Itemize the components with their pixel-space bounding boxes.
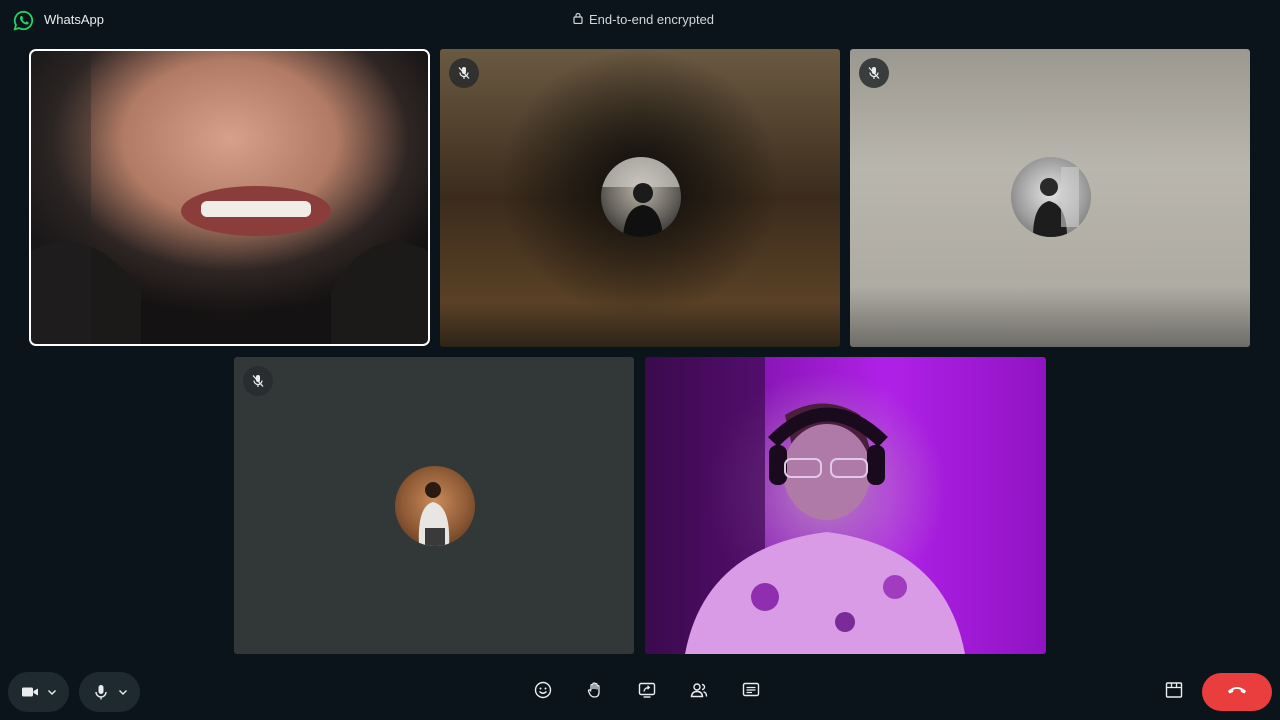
chevron-down-icon[interactable] bbox=[118, 687, 128, 697]
camera-icon bbox=[21, 683, 39, 701]
muted-microphone-icon bbox=[859, 58, 889, 88]
muted-microphone-icon bbox=[243, 366, 273, 396]
participant-tile-5-video[interactable] bbox=[645, 357, 1046, 654]
participant-tile-2[interactable] bbox=[440, 49, 840, 347]
microphone-icon bbox=[92, 683, 110, 701]
app-name: WhatsApp bbox=[44, 12, 104, 27]
participants-icon bbox=[690, 681, 708, 704]
end-call-icon bbox=[1226, 683, 1248, 702]
chevron-down-icon[interactable] bbox=[47, 687, 57, 697]
screen-share-icon bbox=[638, 681, 656, 704]
microphone-toggle-button[interactable] bbox=[79, 672, 140, 712]
raise-hand-icon bbox=[586, 681, 604, 704]
whatsapp-logo-icon bbox=[13, 10, 34, 31]
raise-hand-button[interactable] bbox=[584, 681, 606, 703]
emoji-reaction-icon bbox=[534, 681, 552, 704]
participant-tile-4[interactable] bbox=[234, 357, 634, 654]
participant-video-feed bbox=[31, 51, 428, 344]
camera-toggle-button[interactable] bbox=[8, 672, 69, 712]
end-call-button[interactable] bbox=[1202, 673, 1272, 711]
muted-microphone-icon bbox=[449, 58, 479, 88]
screen-share-button[interactable] bbox=[636, 681, 658, 703]
title-bar: WhatsApp End-to-end encrypted bbox=[0, 0, 1280, 40]
call-controls-bar bbox=[0, 664, 1280, 720]
layout-icon bbox=[1165, 681, 1183, 704]
participant-tile-1-video[interactable] bbox=[29, 49, 430, 346]
lock-icon bbox=[573, 12, 583, 27]
chat-button[interactable] bbox=[740, 681, 762, 703]
participants-button[interactable] bbox=[688, 681, 710, 703]
layout-button[interactable] bbox=[1163, 681, 1185, 703]
avatar bbox=[1011, 157, 1091, 237]
encryption-status: End-to-end encrypted bbox=[573, 12, 714, 27]
avatar bbox=[395, 466, 475, 546]
avatar bbox=[601, 157, 681, 237]
encryption-label: End-to-end encrypted bbox=[589, 12, 715, 27]
participant-video-feed bbox=[645, 357, 965, 654]
emoji-reaction-button[interactable] bbox=[532, 681, 554, 703]
chat-icon bbox=[742, 681, 760, 704]
participant-tile-3[interactable] bbox=[850, 49, 1250, 347]
